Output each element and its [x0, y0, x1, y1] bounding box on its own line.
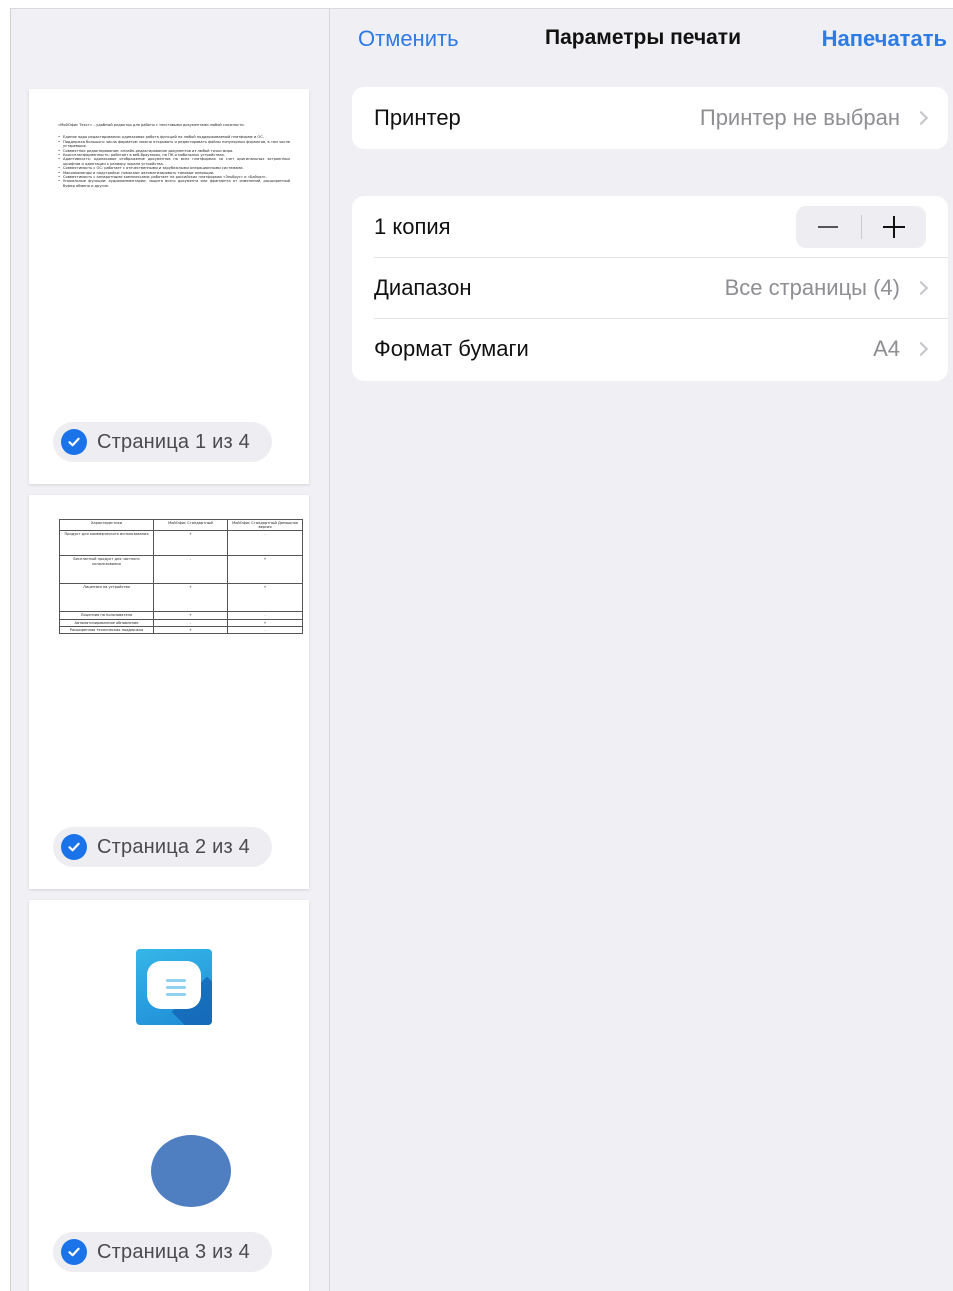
checkmark-icon — [61, 429, 87, 455]
table-cell: + — [227, 583, 303, 613]
chevron-right-icon — [913, 110, 929, 125]
page-preview-1[interactable]: «МойОфис Текст» – удобный редактор для р… — [29, 89, 309, 484]
table-cell: - — [227, 625, 303, 635]
page-3-label: Страница 3 из 4 — [97, 1240, 250, 1263]
copies-stepper[interactable] — [796, 206, 926, 248]
table-row: Продукт для коммерческого использования … — [59, 530, 303, 557]
table-cell: + — [153, 611, 228, 620]
table-row: Бесплатный продукт для частного использо… — [59, 555, 303, 585]
copies-row: 1 копия — [352, 196, 948, 257]
plus-icon — [882, 216, 905, 238]
table-cell: + — [153, 583, 228, 613]
cancel-button[interactable]: Отменить — [358, 26, 459, 52]
checkmark-icon — [61, 834, 87, 860]
page-2-label: Страница 2 из 4 — [97, 835, 250, 858]
paper-size-row[interactable]: Формат бумаги A4 — [352, 318, 948, 379]
table-cell: Лицензия на устройство — [59, 583, 154, 613]
paper-size-value: A4 — [873, 335, 900, 361]
table-cell: + — [227, 555, 303, 585]
paper-size-label: Формат бумаги — [374, 335, 529, 361]
print-button[interactable]: Напечатать — [822, 26, 947, 52]
table-cell: - — [153, 618, 228, 627]
table-cell: + — [227, 618, 303, 627]
printer-label: Принтер — [374, 104, 461, 130]
page-preview-sidebar[interactable]: «МойОфис Текст» – удобный редактор для р… — [11, 9, 330, 1291]
printer-row[interactable]: Принтер Принтер не выбран — [352, 87, 948, 148]
table-cell: - — [227, 530, 303, 557]
table-cell: Автоматизированное обновление — [59, 618, 154, 627]
table-cell: + — [153, 530, 228, 557]
blue-ellipse-shape — [151, 1135, 231, 1207]
page-2-comparison-table: Характеристики МойОфис Стандартный МойОф… — [59, 518, 303, 635]
list-item: Поддержка большого числа форматов: можно… — [58, 140, 290, 149]
page-preview-3[interactable]: Страница 3 из 4 — [29, 900, 309, 1291]
page-1-label: Страница 1 из 4 — [97, 430, 250, 453]
table-header-cell: МойОфис Стандартный — [153, 518, 228, 532]
table-cell: - — [227, 611, 303, 620]
navigation-bar: Отменить Параметры печати Напечатать — [331, 9, 953, 69]
table-cell: Бесплатный продукт для частного использо… — [59, 555, 154, 585]
chevron-right-icon — [913, 280, 929, 295]
table-row: Лицензия на пользователя + - — [59, 611, 303, 620]
table-header-cell: МойОфис Стандартный Домашняя версия — [227, 518, 303, 532]
table-row: Автоматизированное обновление - + — [59, 618, 303, 627]
table-cell: Продукт для коммерческого использования — [59, 530, 154, 557]
list-item: Уникальные функции: аудиокомментарии, за… — [58, 179, 290, 188]
table-cell: Лицензия на пользователя — [59, 611, 154, 620]
list-item: Адаптивность: одинаковое отображение док… — [58, 157, 290, 166]
range-label: Диапазон — [374, 274, 472, 300]
page-1-selection-badge[interactable]: Страница 1 из 4 — [53, 422, 272, 462]
myoffice-text-app-icon — [136, 949, 212, 1025]
page-1-document-text: «МойОфис Текст» – удобный редактор для р… — [58, 123, 290, 188]
copies-label: 1 копия — [374, 213, 451, 239]
minus-icon — [818, 226, 839, 228]
print-settings-group: 1 копия Диапазон Все страницы (4) Формат… — [352, 196, 948, 381]
table-cell: - — [153, 555, 228, 585]
table-header-row: Характеристики МойОфис Стандартный МойОф… — [59, 518, 303, 532]
printer-group: Принтер Принтер не выбран — [352, 87, 948, 149]
table-cell: + — [153, 625, 228, 635]
page-preview-2[interactable]: Характеристики МойОфис Стандартный МойОф… — [29, 495, 309, 889]
range-value: Все страницы (4) — [724, 274, 900, 300]
printer-value: Принтер не выбран — [699, 104, 900, 130]
table-row: Расширенная техническая поддержка + - — [59, 625, 303, 635]
increment-button[interactable] — [862, 206, 927, 248]
page-2-selection-badge[interactable]: Страница 2 из 4 — [53, 827, 272, 867]
chevron-right-icon — [913, 341, 929, 356]
checkmark-icon — [61, 1239, 87, 1265]
table-header-cell: Характеристики — [59, 518, 154, 532]
print-options-pane: Отменить Параметры печати Напечатать При… — [331, 9, 953, 1291]
decrement-button[interactable] — [796, 206, 861, 248]
page-1-bullet-list: Единое ядро редактирования: одинаковая р… — [58, 135, 290, 188]
page-1-intro: «МойОфис Текст» – удобный редактор для р… — [58, 123, 245, 127]
range-row[interactable]: Диапазон Все страницы (4) — [352, 257, 948, 318]
page-title: Параметры печати — [545, 26, 742, 49]
table-row: Лицензия на устройство + + — [59, 583, 303, 613]
table-cell: Расширенная техническая поддержка — [59, 625, 154, 635]
page-3-selection-badge[interactable]: Страница 3 из 4 — [53, 1232, 272, 1272]
